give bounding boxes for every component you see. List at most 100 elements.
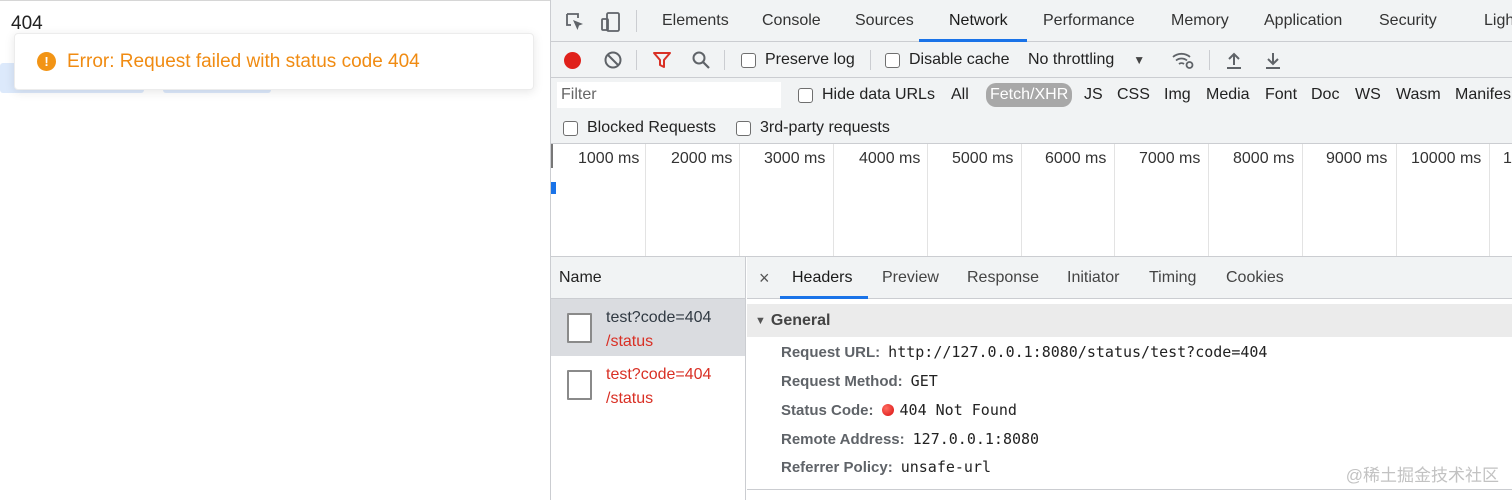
request-row[interactable]: test?code=404 /status bbox=[551, 356, 745, 413]
header-key: Status Code: bbox=[781, 401, 874, 419]
overview-gridline bbox=[1489, 144, 1490, 256]
overview-gridline bbox=[1208, 144, 1209, 256]
tab-initiator[interactable]: Initiator bbox=[1067, 257, 1119, 299]
record-button[interactable] bbox=[564, 42, 581, 78]
overview-request-bar bbox=[551, 182, 556, 194]
active-tab-indicator bbox=[780, 296, 868, 299]
error-toast: ! Error: Request failed with status code… bbox=[14, 33, 534, 90]
filter-toggle-button[interactable] bbox=[652, 42, 672, 78]
throttling-select[interactable]: No throttling ▼ bbox=[1028, 42, 1145, 78]
file-icon bbox=[567, 313, 592, 343]
filter-bar-secondary: Blocked Requests 3rd-party requests bbox=[551, 112, 1512, 144]
filter-type-img[interactable]: Img bbox=[1164, 78, 1191, 112]
tab-response[interactable]: Response bbox=[967, 257, 1039, 299]
filter-type-all[interactable]: All bbox=[951, 78, 969, 112]
details-divider bbox=[747, 489, 1512, 490]
header-row-status-code: Status Code: 404 Not Found bbox=[781, 398, 1017, 422]
overview-tick-label: 1 bbox=[1503, 150, 1512, 167]
filter-type-media[interactable]: Media bbox=[1206, 78, 1250, 112]
tab-preview[interactable]: Preview bbox=[882, 257, 939, 299]
general-section-header[interactable]: ▼ General bbox=[747, 304, 1512, 337]
filter-type-wasm[interactable]: Wasm bbox=[1396, 78, 1441, 112]
overview-tick-label: 1000 ms bbox=[578, 150, 640, 167]
filter-icon bbox=[653, 52, 671, 68]
overview-tick-label: 3000 ms bbox=[764, 150, 826, 167]
header-key: Request Method: bbox=[781, 372, 903, 390]
filter-type-manifest[interactable]: Manifes bbox=[1455, 78, 1511, 112]
error-message: Error: Request failed with status code 4… bbox=[67, 50, 420, 72]
overview-tick-label: 6000 ms bbox=[1045, 150, 1107, 167]
export-har-button[interactable] bbox=[1264, 42, 1282, 78]
record-icon bbox=[564, 51, 581, 69]
checkbox-box bbox=[741, 52, 756, 68]
checkbox-box bbox=[563, 120, 578, 136]
name-column-header[interactable]: Name bbox=[551, 257, 745, 299]
tab-lighthouse[interactable]: Ligh bbox=[1484, 0, 1512, 42]
tab-timing[interactable]: Timing bbox=[1149, 257, 1196, 299]
toolbar-separator bbox=[636, 10, 637, 32]
third-party-checkbox[interactable]: 3rd-party requests bbox=[736, 112, 890, 144]
tab-security[interactable]: Security bbox=[1379, 0, 1437, 42]
overview-tick-label: 8000 ms bbox=[1233, 150, 1295, 167]
toolbar-separator bbox=[724, 50, 725, 70]
disable-cache-checkbox[interactable]: Disable cache bbox=[885, 42, 1010, 78]
tab-elements[interactable]: Elements bbox=[662, 0, 729, 42]
header-value: http://127.0.0.1:8080/status/test?code=4… bbox=[888, 343, 1268, 361]
clear-button[interactable] bbox=[603, 42, 623, 78]
header-row-remote-address: Remote Address: 127.0.0.1:8080 bbox=[781, 427, 1039, 451]
overview-gridline bbox=[1396, 144, 1397, 256]
import-har-button[interactable] bbox=[1225, 42, 1243, 78]
throttling-value: No throttling bbox=[1028, 51, 1115, 68]
device-toolbar-icon[interactable] bbox=[600, 11, 622, 33]
tab-cookies[interactable]: Cookies bbox=[1226, 257, 1284, 299]
overview-gridline bbox=[927, 144, 928, 256]
overview-gridline bbox=[1114, 144, 1115, 256]
close-icon[interactable]: × bbox=[759, 257, 770, 299]
search-button[interactable] bbox=[691, 42, 711, 78]
filter-type-js[interactable]: JS bbox=[1084, 78, 1103, 112]
overview-gridline bbox=[833, 144, 834, 256]
overview-tick-label: 2000 ms bbox=[671, 150, 733, 167]
filter-type-doc[interactable]: Doc bbox=[1311, 78, 1339, 112]
overview-gridline bbox=[739, 144, 740, 256]
page-heading: 404 bbox=[11, 13, 43, 34]
filter-type-font[interactable]: Font bbox=[1265, 78, 1297, 112]
download-icon bbox=[1266, 53, 1280, 69]
request-row[interactable]: test?code=404 /status bbox=[551, 299, 745, 356]
tab-console[interactable]: Console bbox=[762, 0, 821, 42]
checkbox-box bbox=[798, 87, 813, 103]
tab-headers[interactable]: Headers bbox=[792, 257, 852, 299]
toolbar-separator bbox=[1209, 50, 1210, 70]
disable-cache-label: Disable cache bbox=[909, 51, 1010, 68]
request-path: /status bbox=[606, 390, 654, 407]
toolbar-separator bbox=[870, 50, 871, 70]
request-path: /status bbox=[606, 333, 654, 350]
request-list: Name test?code=404 /status test?code=404… bbox=[551, 257, 746, 500]
network-conditions-button[interactable] bbox=[1171, 42, 1195, 78]
hide-data-urls-label: Hide data URLs bbox=[822, 86, 935, 103]
clear-icon bbox=[604, 51, 622, 69]
inspect-element-icon[interactable] bbox=[564, 11, 586, 33]
request-name: test?code=404 bbox=[606, 366, 712, 383]
filter-type-css[interactable]: CSS bbox=[1117, 78, 1150, 112]
hide-data-urls-checkbox[interactable]: Hide data URLs bbox=[798, 78, 935, 112]
overview-tick-label: 5000 ms bbox=[952, 150, 1014, 167]
blocked-requests-checkbox[interactable]: Blocked Requests bbox=[563, 112, 716, 144]
network-overview[interactable]: 1000 ms 2000 ms 3000 ms 4000 ms 5000 ms … bbox=[551, 144, 1512, 257]
overview-tick-label: 10000 ms bbox=[1411, 150, 1482, 167]
header-value: 127.0.0.1:8080 bbox=[912, 430, 1040, 448]
details-tabbar: × Headers Preview Response Initiator Tim… bbox=[747, 257, 1512, 299]
header-key: Request URL: bbox=[781, 343, 881, 361]
filter-input[interactable] bbox=[557, 82, 781, 108]
tab-memory[interactable]: Memory bbox=[1171, 0, 1229, 42]
tab-performance[interactable]: Performance bbox=[1043, 0, 1135, 42]
filter-type-fetch-xhr[interactable]: Fetch/XHR bbox=[986, 83, 1073, 107]
tab-sources[interactable]: Sources bbox=[855, 0, 914, 42]
preserve-log-checkbox[interactable]: Preserve log bbox=[741, 42, 855, 78]
tab-network[interactable]: Network bbox=[949, 0, 1008, 42]
overview-gridline bbox=[1302, 144, 1303, 256]
header-key: Remote Address: bbox=[781, 430, 905, 448]
watermark: @稀土掘金技术社区 bbox=[1345, 466, 1499, 485]
filter-type-ws[interactable]: WS bbox=[1355, 78, 1381, 112]
tab-application[interactable]: Application bbox=[1264, 0, 1342, 42]
